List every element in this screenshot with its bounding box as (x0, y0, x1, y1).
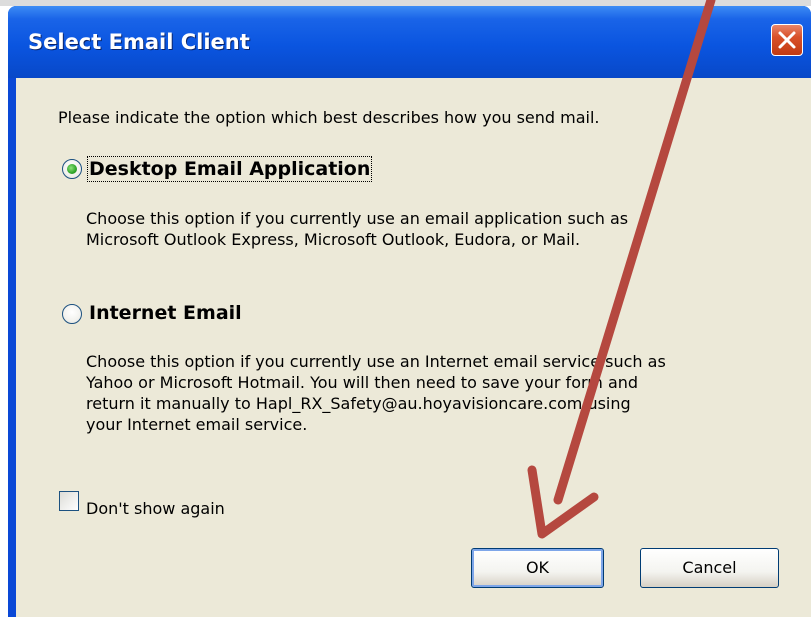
description-line: Choose this option if you currently use … (86, 209, 629, 228)
prompt-text: Please indicate the option which best de… (58, 108, 600, 127)
description-line: your Internet email service. (86, 415, 308, 434)
select-email-client-dialog: Select Email Client Please indicate the … (8, 6, 811, 617)
radio-internet-email[interactable] (62, 304, 82, 324)
description-line: Yahoo or Microsoft Hotmail. You will the… (86, 373, 639, 392)
description-line: Choose this option if you currently use … (86, 352, 666, 371)
dont-show-again-checkbox[interactable] (59, 491, 79, 511)
description-line: return it manually to Hapl_RX_Safety@au.… (86, 394, 631, 413)
close-button[interactable] (771, 24, 803, 56)
dont-show-again-label[interactable]: Don't show again (86, 499, 225, 518)
option-description-internet-email: Choose this option if you currently use … (86, 351, 666, 435)
radio-desktop-email[interactable] (62, 159, 82, 179)
option-label-internet-email[interactable]: Internet Email (89, 302, 242, 324)
option-label-desktop-email[interactable]: Desktop Email Application (86, 156, 373, 182)
close-icon (778, 31, 796, 49)
option-description-desktop-email: Choose this option if you currently use … (86, 208, 628, 250)
radio-selected-dot (67, 164, 77, 174)
window-title: Select Email Client (28, 30, 250, 54)
dialog-body: Please indicate the option which best de… (16, 78, 811, 617)
cancel-button[interactable]: Cancel (640, 548, 779, 588)
ok-button[interactable]: OK (471, 548, 604, 588)
description-line: Microsoft Outlook Express, Microsoft Out… (86, 230, 581, 249)
title-bar[interactable]: Select Email Client (8, 6, 811, 78)
